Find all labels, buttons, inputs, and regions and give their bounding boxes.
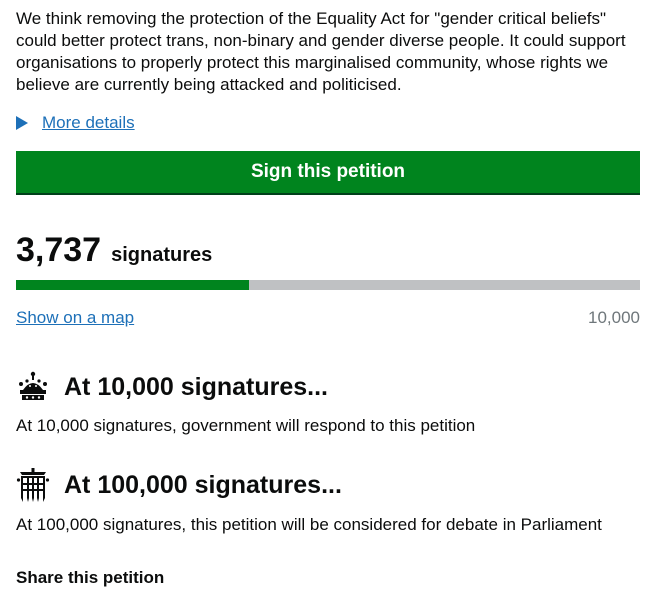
- crown-icon: [19, 371, 47, 400]
- threshold-description: At 100,000 signatures, this petition wil…: [16, 515, 602, 534]
- threshold-parliament-debate: At 100,000 signatures...: [16, 468, 342, 502]
- more-details-toggle[interactable]: More details: [16, 111, 135, 135]
- signature-progress-bar: [16, 280, 640, 290]
- share-petition-heading: Share this petition: [16, 568, 165, 587]
- triangle-right-icon: [16, 116, 28, 130]
- signature-count: 3,737: [16, 231, 102, 269]
- sign-petition-button[interactable]: Sign this petition: [16, 151, 640, 195]
- signature-count-label: signatures: [111, 244, 213, 266]
- signature-progress-fill: [16, 280, 250, 290]
- signature-goal: 10,000: [588, 308, 640, 327]
- threshold-heading: At 10,000 signatures...: [64, 372, 329, 401]
- threshold-heading: At 100,000 signatures...: [64, 470, 342, 499]
- show-on-map-link[interactable]: Show on a map: [16, 308, 134, 328]
- threshold-government-response: At 10,000 signatures...: [16, 370, 328, 404]
- more-details-link[interactable]: More details: [42, 113, 135, 133]
- petition-description: We think removing the protection of the …: [16, 9, 626, 94]
- threshold-description: At 10,000 signatures, government will re…: [16, 416, 476, 435]
- portcullis-icon: [16, 468, 50, 502]
- signature-count-row: 3,737 signatures: [16, 230, 212, 270]
